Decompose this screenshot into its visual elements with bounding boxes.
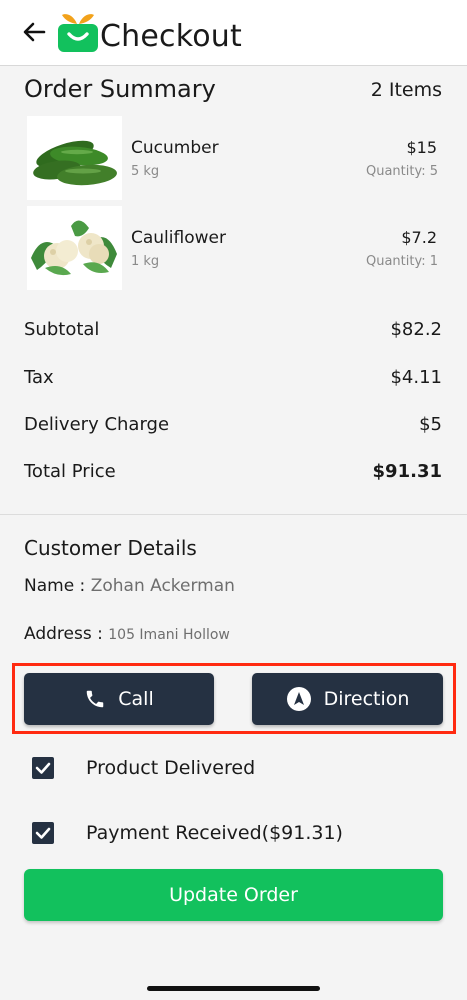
subtotal-label: Subtotal [24, 319, 100, 340]
address-value: 105 Imani Hollow [108, 627, 230, 643]
customer-name: Name : Zohan Ackerman [24, 576, 235, 596]
total-price-label: Total Price [24, 461, 116, 482]
customer-details-title: Customer Details [24, 536, 197, 560]
page-title: Checkout [100, 19, 242, 54]
product-name: Cauliflower [131, 228, 226, 248]
phone-icon [87, 690, 104, 708]
home-indicator [147, 986, 320, 991]
back-arrow-icon[interactable] [20, 18, 48, 46]
section-divider [0, 514, 467, 515]
product-delivered-checkbox[interactable] [32, 757, 54, 779]
list-item: Cauliflower 1 kg $7.2 Quantity: 1 [27, 206, 442, 290]
customer-address: Address : 105 Imani Hollow [24, 624, 230, 644]
product-quantity: Quantity: 1 [365, 254, 438, 269]
call-button[interactable]: Call [24, 673, 214, 725]
name-label: Name : [24, 576, 91, 596]
update-order-button[interactable]: Update Order [24, 869, 443, 921]
product-weight: 1 kg [131, 254, 160, 269]
payment-received-checkbox[interactable] [32, 822, 54, 844]
payment-received-label: Payment Received($91.31) [86, 822, 343, 844]
cucumber-image [27, 116, 122, 200]
name-value: Zohan Ackerman [90, 576, 235, 596]
direction-label: Direction [323, 688, 410, 710]
product-price: $7.2 [401, 228, 437, 247]
product-name: Cucumber [131, 138, 219, 158]
delivery-charge-label: Delivery Charge [24, 414, 170, 435]
total-price-value: $91.31 [372, 461, 442, 482]
tax-label: Tax [24, 367, 54, 388]
navigation-icon [286, 687, 311, 711]
product-delivered-label: Product Delivered [86, 757, 256, 779]
logo-icon [58, 14, 98, 52]
product-weight: 5 kg [131, 164, 160, 179]
tax-value: $4.11 [390, 367, 442, 388]
call-label: Call [118, 688, 154, 710]
app-header: Checkout [0, 0, 467, 66]
order-summary-title: Order Summary [24, 75, 216, 103]
update-order-label: Update Order [169, 884, 298, 906]
subtotal-value: $82.2 [390, 319, 442, 340]
delivery-charge-value: $5 [419, 414, 442, 435]
address-label: Address : [24, 624, 109, 644]
checkmark-icon [35, 827, 51, 839]
cauliflower-image [27, 206, 122, 290]
product-price: $15 [406, 138, 437, 157]
checkmark-icon [35, 762, 51, 774]
list-item: Cucumber 5 kg $15 Quantity: 5 [27, 116, 442, 200]
product-quantity: Quantity: 5 [365, 164, 438, 179]
direction-button[interactable]: Direction [252, 673, 443, 725]
item-count: 2 Items [370, 79, 442, 101]
